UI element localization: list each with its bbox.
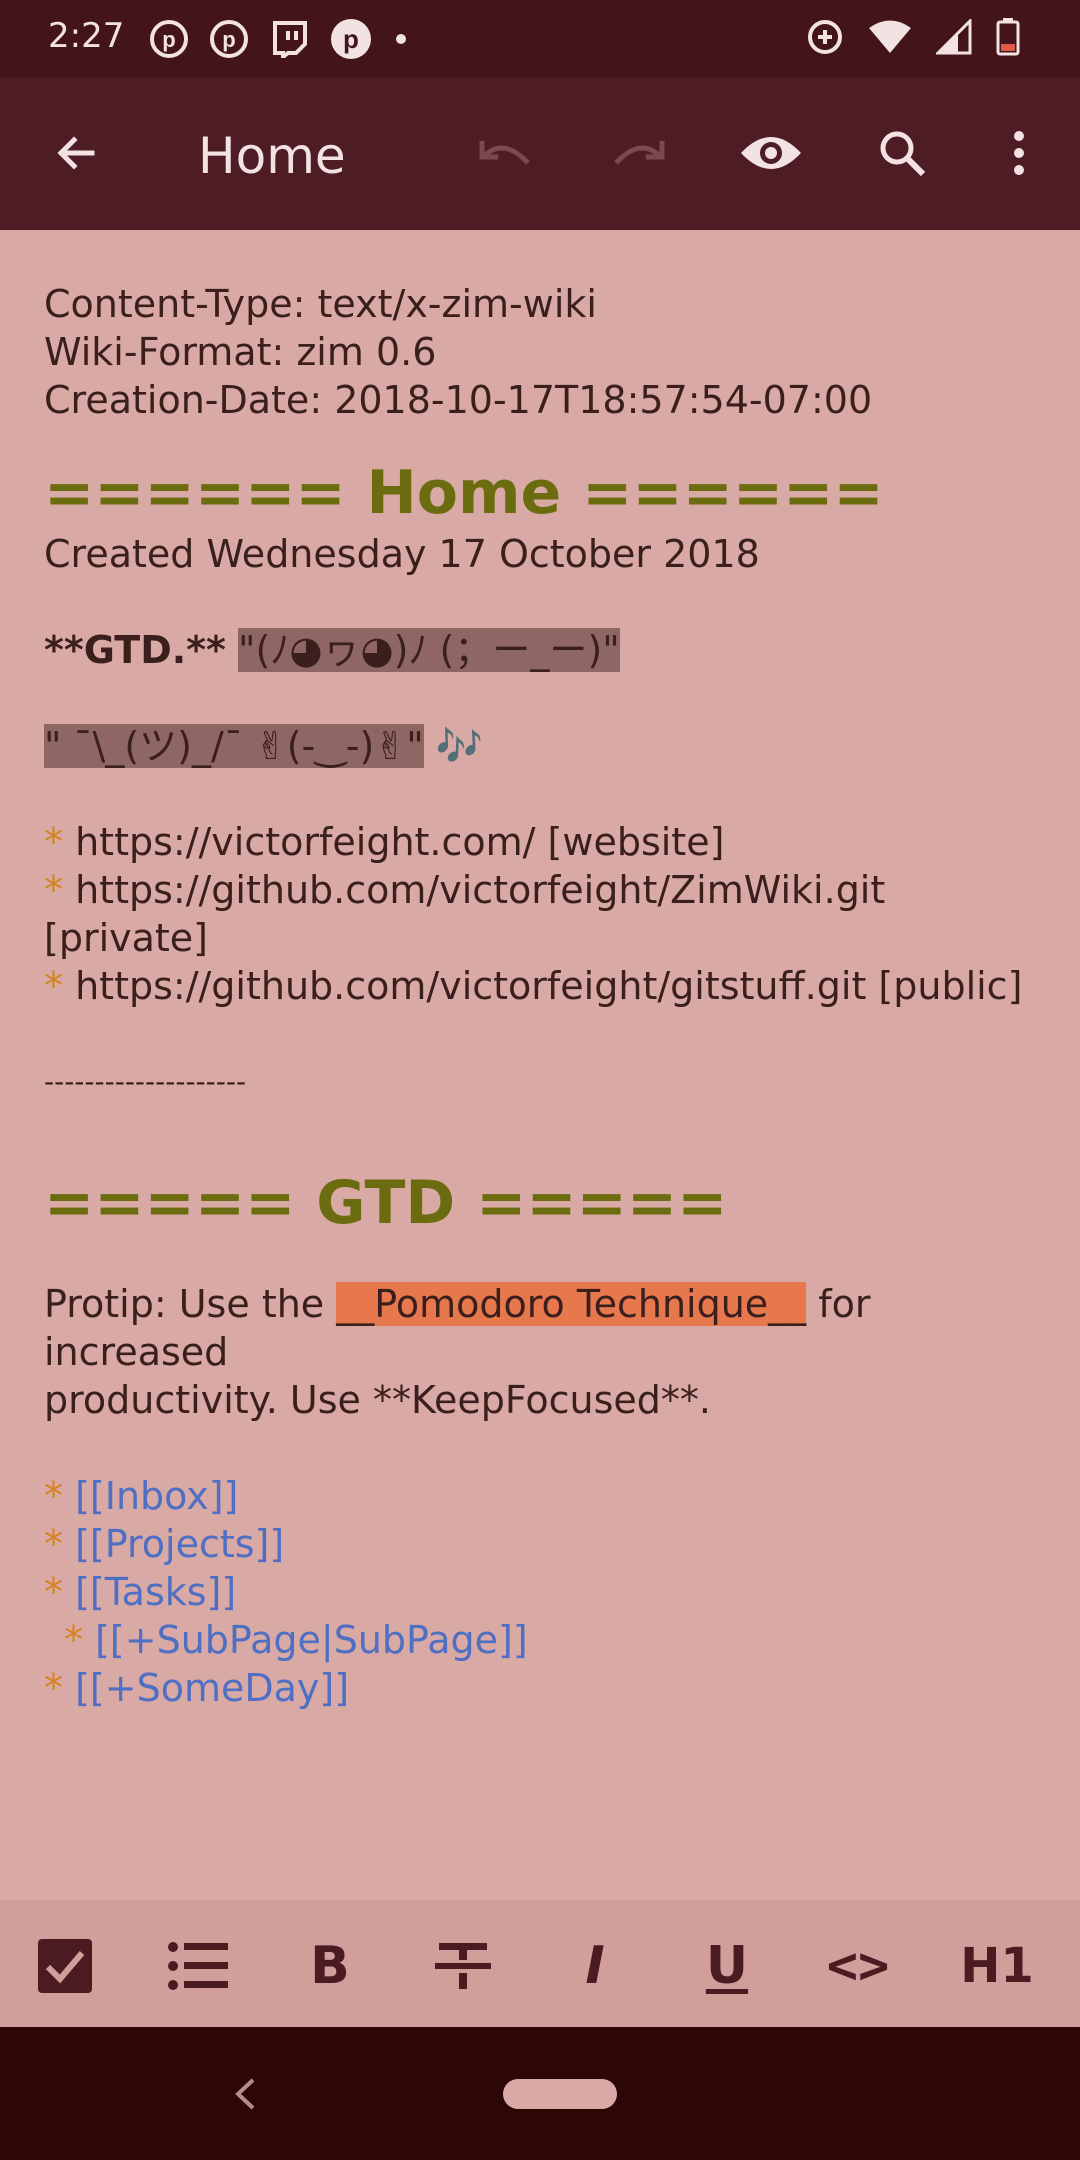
back-arrow-icon	[57, 136, 95, 170]
wifi-icon	[869, 20, 911, 53]
nav-back-icon	[235, 2078, 255, 2110]
svg-text:p: p	[222, 27, 235, 52]
bold-button[interactable]: B	[292, 1928, 368, 2004]
heading-button[interactable]: H1	[947, 1928, 1047, 2004]
list-item: * [[Projects]]	[44, 1520, 1044, 1568]
data-saver-icon	[808, 20, 842, 54]
status-time: 2:27	[48, 16, 125, 56]
protip-text: Protip: Use the	[44, 1282, 337, 1326]
created-line: Created Wednesday 17 October 2018	[44, 532, 760, 576]
strikethrough-button[interactable]	[425, 1928, 501, 2004]
gtd-line: **GTD.** "(ﾉ◕ヮ◕)ﾉ (；ー_ー)"	[44, 626, 1044, 674]
protip-line2: productivity. Use **KeepFocused**.	[44, 1378, 711, 1422]
gtd-highlight: "(ﾉ◕ヮ◕)ﾉ (；ー_ー)"	[238, 628, 620, 672]
status-bar: 2:27 p p p	[0, 0, 1080, 77]
page-title: Home	[198, 127, 346, 185]
wiki-link-inbox[interactable]: [[Inbox]]	[75, 1474, 238, 1518]
wiki-link-projects[interactable]: [[Projects]]	[75, 1522, 284, 1566]
bullet: *	[44, 868, 63, 912]
home-pill[interactable]	[503, 2079, 617, 2109]
meta-content-type: Content-Type: text/x-zim-wiki	[44, 282, 597, 326]
redo-icon	[614, 141, 665, 165]
bullet: *	[44, 1522, 63, 1566]
bullet-list-button[interactable]	[160, 1928, 236, 2004]
preview-button[interactable]	[733, 115, 809, 191]
shrug-highlight: " ¯\_(ツ)_/¯ ✌(-‿-)✌"	[44, 724, 424, 768]
list-item: * https://github.com/victorfeight/ZimWik…	[44, 866, 1044, 962]
bullet: *	[44, 964, 63, 1008]
app-bar: Home	[0, 77, 1080, 230]
heading-gtd: ===== GTD =====	[44, 1168, 728, 1238]
meta-wiki-format: Wiki-Format: zim 0.6	[44, 330, 437, 374]
more-vert-icon	[1014, 131, 1024, 175]
undo-button[interactable]	[468, 115, 544, 191]
search-icon	[880, 131, 926, 177]
wiki-link-subpage[interactable]: [[+SubPage|SubPage]]	[95, 1618, 528, 1662]
twitch-icon	[273, 21, 307, 58]
preview-eye-icon	[741, 137, 801, 169]
gtd-bold-text: **GTD.**	[44, 628, 226, 672]
url-text: https://victorfeight.com/ [website]	[75, 820, 725, 864]
undo-icon	[479, 141, 530, 165]
url-text: https://github.com/victorfeight/ZimWiki.…	[44, 868, 886, 960]
list-item: * https://victorfeight.com/ [website]	[44, 818, 1044, 866]
nav-back-button[interactable]	[220, 2069, 270, 2119]
list-item: * [[+SomeDay]]	[44, 1664, 1044, 1712]
pinterest-icon: p	[210, 20, 248, 58]
bullet: *	[44, 820, 63, 864]
checkbox-button[interactable]	[27, 1928, 103, 2004]
wiki-link-tasks[interactable]: [[Tasks]]	[75, 1570, 236, 1614]
notification-icons: p p p	[150, 18, 408, 60]
code-button[interactable]: <>	[820, 1928, 896, 2004]
bullet: *	[44, 1570, 63, 1614]
strikethrough-icon	[435, 1943, 491, 1989]
back-button[interactable]	[38, 115, 114, 191]
music-notes: 🎶	[435, 724, 484, 768]
meta-creation-date: Creation-Date: 2018-10-17T18:57:54-07:00	[44, 378, 873, 422]
dot-icon	[396, 34, 406, 44]
battery-icon	[996, 18, 1020, 56]
pinterest-icon: p	[331, 19, 371, 59]
list-item: * [[Inbox]]	[44, 1472, 1044, 1520]
wiki-link-list: * [[Inbox]] * [[Projects]] * [[Tasks]] *…	[44, 1472, 1044, 1712]
italic-button[interactable]: I	[557, 1928, 633, 2004]
system-icons	[806, 18, 1020, 56]
list-item: * https://github.com/victorfeight/gitstu…	[44, 962, 1044, 1010]
navigation-bar	[0, 2027, 1080, 2160]
search-button[interactable]	[864, 115, 940, 191]
list-icon	[168, 1942, 228, 1990]
format-toolbar: B I U <> H1	[0, 1900, 1080, 2027]
bullet: *	[64, 1618, 83, 1662]
editor-content[interactable]: Content-Type: text/x-zim-wiki Wiki-Forma…	[44, 280, 1044, 1712]
shrug-line: " ¯\_(ツ)_/¯ ✌(-‿-)✌" 🎶	[44, 722, 1044, 770]
svg-text:p: p	[162, 27, 175, 52]
more-options-button[interactable]	[981, 115, 1057, 191]
redo-button[interactable]	[600, 115, 676, 191]
bullet: *	[44, 1666, 63, 1710]
divider-text: --------------------	[44, 1065, 247, 1098]
checkbox-icon	[38, 1939, 92, 1993]
wiki-link-someday[interactable]: [[+SomeDay]]	[75, 1666, 349, 1710]
bullet: *	[44, 1474, 63, 1518]
url-list: * https://victorfeight.com/ [website] * …	[44, 818, 1044, 1010]
signal-icon	[936, 19, 972, 55]
list-item: * [[+SubPage|SubPage]]	[44, 1616, 1044, 1664]
list-item: * [[Tasks]]	[44, 1568, 1044, 1616]
svg-text:p: p	[343, 24, 359, 54]
url-text: https://github.com/victorfeight/gitstuff…	[75, 964, 1023, 1008]
protip-paragraph: Protip: Use the __Pomodoro Technique__ f…	[44, 1280, 1044, 1424]
pinterest-icon: p	[150, 20, 188, 58]
underline-button[interactable]: U	[689, 1928, 765, 2004]
heading-home: ====== Home ======	[44, 458, 884, 528]
pomodoro-highlight: __Pomodoro Technique__	[336, 1282, 807, 1326]
